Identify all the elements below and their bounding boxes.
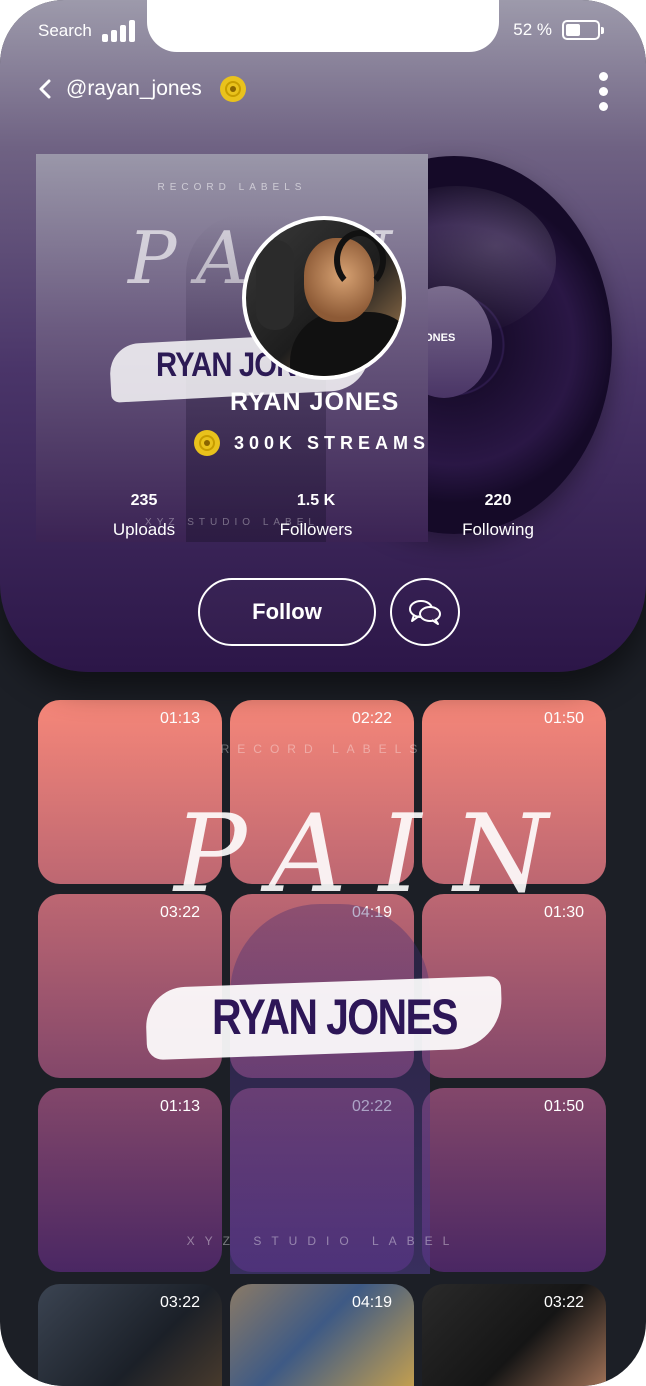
track-tile[interactable]: 01:30 <box>422 894 606 1078</box>
album-label-top: RECORD LABELS <box>157 182 307 193</box>
track-tile[interactable]: 01:50 <box>422 700 606 884</box>
track-duration: 01:50 <box>543 1098 584 1115</box>
back-arrow-icon[interactable] <box>36 76 54 102</box>
album-label-bottom: XYZ STUDIO LABEL <box>145 517 319 528</box>
stat-followers[interactable]: 1.5 K Followers <box>270 492 362 540</box>
stat-following[interactable]: 220 Following <box>452 492 544 540</box>
track-duration: 04:19 <box>351 1294 392 1311</box>
follow-button[interactable]: Follow <box>198 578 376 646</box>
stat-value: 235 <box>130 492 158 509</box>
track-tile[interactable]: 01:13 <box>38 1088 222 1272</box>
carrier-label: Search <box>38 21 92 40</box>
track-tile[interactable]: 01:13 <box>38 700 222 884</box>
status-bar-right: 52 % <box>513 20 604 40</box>
headphones-icon <box>334 230 386 290</box>
track-duration: 01:13 <box>159 710 200 727</box>
track-tile[interactable]: 04:19 <box>230 894 414 1078</box>
battery-percent: 52 % <box>513 20 552 39</box>
photo-track-tile[interactable]: 03:22 <box>422 1284 606 1386</box>
device-notch <box>147 0 499 52</box>
track-tile[interactable]: 01:50 <box>422 1088 606 1272</box>
chat-bubbles-icon <box>409 600 441 625</box>
track-duration: 03:22 <box>159 1294 200 1311</box>
photo-track-tile[interactable]: 03:22 <box>38 1284 222 1386</box>
more-options-icon[interactable] <box>599 72 608 111</box>
track-duration: 03:22 <box>543 1294 584 1311</box>
stat-value: 1.5 K <box>296 492 336 509</box>
battery-level <box>566 24 580 36</box>
battery-icon <box>562 20 604 40</box>
track-duration: 03:22 <box>159 904 200 921</box>
profile-topbar: @rayan_jones <box>36 76 246 102</box>
stat-label: Followers <box>279 520 353 539</box>
signal-icon <box>101 20 135 42</box>
track-duration: 01:13 <box>159 1098 200 1115</box>
streams-count: 300K STREAMS <box>234 432 431 453</box>
photo-track-row: 03:22 04:19 03:22 <box>38 1284 608 1386</box>
track-tile[interactable]: 02:22 <box>230 700 414 884</box>
track-duration: 04:19 <box>351 904 392 921</box>
profile-name: RYAN JONES <box>230 388 400 416</box>
track-grid: 01:13 02:22 01:50 03:22 04:19 01:30 01:13 02:22… <box>38 700 608 1274</box>
track-duration: 02:22 <box>351 1098 392 1115</box>
track-tile[interactable]: 03:22 <box>38 894 222 1078</box>
status-bar-left: Search <box>38 20 135 42</box>
username: @rayan_jones <box>66 77 202 100</box>
track-tile[interactable]: 02:22 <box>230 1088 414 1272</box>
avatar-body <box>290 312 402 376</box>
stat-label: Following <box>462 520 534 539</box>
streams-disc-icon <box>194 430 220 456</box>
track-duration: 01:50 <box>543 710 584 727</box>
verified-disc-icon <box>219 76 246 102</box>
stat-value: 220 <box>484 492 512 509</box>
stat-label: Uploads <box>112 520 176 539</box>
stat-uploads[interactable]: 235 Uploads <box>104 492 184 540</box>
microphone-shape <box>256 240 294 330</box>
photo-track-tile[interactable]: 04:19 <box>230 1284 414 1386</box>
track-duration: 01:30 <box>543 904 584 921</box>
streams-row: 300K STREAMS <box>194 430 430 456</box>
track-duration: 02:22 <box>351 710 392 727</box>
profile-header: Search 52 % @rayan_jones JONES RECORD LA… <box>0 0 646 672</box>
phone-frame: Search 52 % @rayan_jones JONES RECORD LA… <box>0 0 646 1386</box>
message-button[interactable] <box>390 578 460 646</box>
avatar[interactable] <box>242 216 406 380</box>
